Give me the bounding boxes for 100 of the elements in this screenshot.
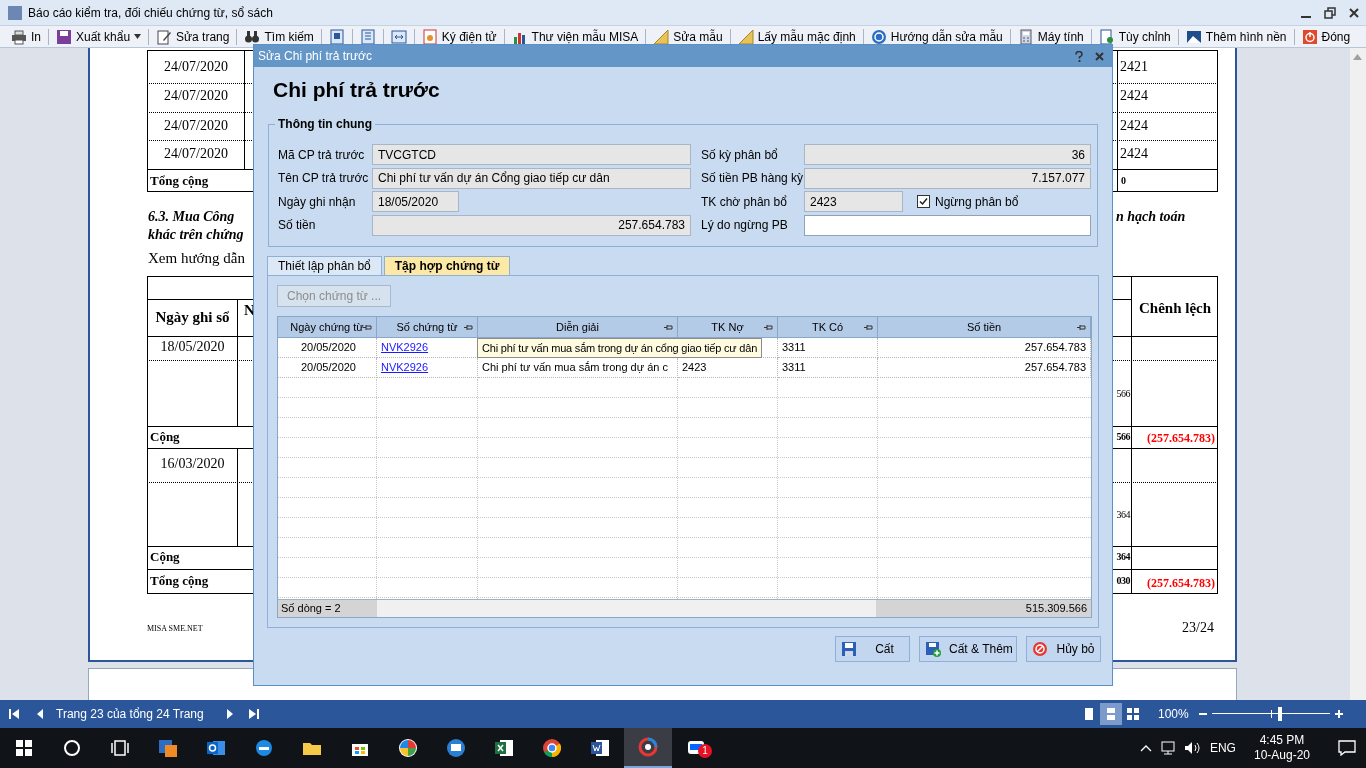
taskbar-button[interactable]: 1	[672, 728, 720, 768]
checkmark-icon	[919, 197, 928, 207]
input-field[interactable]: TVCGTCD	[372, 144, 691, 166]
caret-icon	[134, 34, 142, 39]
layout-icon	[1082, 707, 1096, 721]
network-icon[interactable]	[1159, 741, 1176, 755]
previous-page-icon[interactable]	[36, 708, 44, 720]
instruction-text: Xem hướng dẫn	[148, 249, 245, 267]
pin-icon[interactable]	[1077, 324, 1086, 331]
column-header: Chênh lệch	[1137, 299, 1213, 317]
floppy-icon	[841, 641, 857, 657]
scrollbar[interactable]	[1350, 48, 1366, 700]
zoom-slider[interactable]	[1212, 707, 1330, 721]
help-icon[interactable]	[1075, 50, 1083, 62]
toolbar-button[interactable]: Tìm kiếm	[241, 26, 317, 47]
pinwheel-icon	[398, 738, 418, 758]
toolbar-button[interactable]: Ký điện tử	[418, 26, 500, 47]
input-field[interactable]	[804, 214, 1091, 236]
pencil-page-icon	[156, 28, 173, 45]
column-header[interactable]: Ngày chứng từ	[278, 317, 377, 337]
clock-time[interactable]: 4:45 PM	[1259, 733, 1305, 748]
field-label: Lý do ngừng PB	[701, 217, 788, 235]
section-heading: khác trên chứng	[148, 226, 244, 244]
toolbar-button[interactable]: Máy tính	[1014, 26, 1087, 47]
table-cell-text: 257.654.783	[1024, 360, 1086, 376]
search-icon	[62, 738, 82, 758]
column-header[interactable]: Số tiền	[878, 317, 1091, 337]
table-cell: 2424	[1120, 87, 1148, 105]
toolbar-button[interactable]: In	[8, 26, 44, 47]
dialog-button[interactable]: Hủy bỏ	[1026, 636, 1101, 662]
layout-icon	[1104, 707, 1118, 721]
document-gear-icon	[1098, 28, 1115, 45]
toolbar-button[interactable]: Thêm hình nền	[1182, 26, 1290, 47]
table-cell: 2424	[1120, 117, 1148, 135]
windows-icon	[14, 738, 34, 758]
floppy-plus-icon	[925, 641, 941, 657]
column-header[interactable]: TK Nợ	[678, 317, 778, 337]
tab[interactable]: Tập hợp chứng từ	[383, 256, 511, 275]
input-field[interactable]: 36	[804, 144, 1091, 166]
page-icon	[359, 28, 376, 45]
language-indicator[interactable]: ENG	[1209, 739, 1236, 757]
column-header: N	[244, 301, 255, 319]
dialog-button[interactable]: Cất & Thêm	[919, 636, 1017, 662]
restore-icon[interactable]	[1324, 6, 1336, 19]
task-view-icon	[110, 738, 130, 758]
column-header[interactable]: Diễn giải	[478, 317, 678, 337]
voucher-link[interactable]: NVK2926	[381, 339, 429, 356]
input-field[interactable]: 257.654.783	[372, 214, 691, 236]
notification-icon[interactable]	[1338, 740, 1356, 756]
zoom-in-icon[interactable]	[1334, 709, 1344, 719]
chevron-up-icon[interactable]	[1139, 744, 1152, 752]
total-label: Cộng	[150, 548, 180, 566]
table-cell-text: 24/07/2020	[163, 58, 229, 76]
pin-icon[interactable]	[664, 324, 673, 331]
table-cell-text: 24/07/2020	[163, 87, 229, 105]
picture-icon	[1185, 28, 1202, 45]
close-icon[interactable]	[1348, 6, 1360, 19]
ring-icon	[638, 737, 658, 757]
pin-icon[interactable]	[363, 324, 372, 331]
toolbar-button[interactable]: Sửa trang	[153, 26, 233, 47]
dialog-button[interactable]: Cất	[835, 636, 910, 662]
first-page-icon[interactable]	[8, 708, 20, 720]
footer-text: MISA SME.NET	[147, 623, 203, 635]
binoculars-icon	[244, 28, 261, 45]
page-info: Trang 23 của tổng 24 Trang	[56, 706, 204, 723]
input-field[interactable]: 2423	[804, 191, 903, 213]
speaker-icon[interactable]	[1183, 741, 1200, 755]
next-page-icon[interactable]	[225, 708, 234, 720]
column-header[interactable]: TK Có	[778, 317, 878, 337]
browser-icon	[254, 738, 274, 758]
zoom-slider-thumb[interactable]	[1278, 707, 1283, 721]
toolbar-button[interactable]: Lấy mẫu mặc định	[734, 26, 859, 47]
pin-icon[interactable]	[864, 324, 873, 331]
pin-icon[interactable]	[764, 324, 773, 331]
toolbar-button[interactable]: Tùy chỉnh	[1095, 26, 1174, 47]
tab[interactable]: Thiết lập phân bổ	[267, 256, 382, 275]
total-label: Tổng cộng	[150, 572, 209, 590]
last-page-icon[interactable]	[247, 708, 260, 720]
column-header: Ngày ghi sổ	[154, 308, 231, 326]
dialog-heading: Chi phí trả trước	[273, 77, 440, 103]
clock-date[interactable]: 10-Aug-20	[1253, 748, 1310, 763]
toolbar-button[interactable]: Sửa mẫu	[650, 26, 726, 47]
toolbar-button[interactable]: Xuất khẩu	[53, 26, 145, 47]
field-label: Số tiền	[278, 217, 316, 235]
voucher-link[interactable]: NVK2926	[381, 359, 429, 376]
toolbar-button[interactable]: Đóng	[1298, 26, 1354, 47]
field-label: Số kỳ phân bổ	[701, 146, 778, 164]
table-cell-text: 24/07/2020	[163, 117, 229, 135]
table-cell-text: 20/05/2020	[300, 360, 356, 376]
input-field[interactable]: Chi phí tư vấn dự án Cổng giao tiếp cư dân	[372, 167, 691, 189]
toolbar-button[interactable]: Thư viện mẫu MISA	[508, 26, 642, 47]
window-title: Báo cáo kiểm tra, đối chiếu chứng từ, sổ sách	[28, 4, 273, 22]
input-field[interactable]: 18/05/2020	[372, 191, 459, 213]
field-label: TK chờ phân bổ	[701, 193, 787, 211]
column-header[interactable]: Số chứng từ	[377, 317, 478, 337]
table-cell-text: Chi phí tư vấn mua sắm trong dự án c	[482, 360, 668, 376]
pin-icon[interactable]	[464, 324, 473, 331]
stop-allocation-checkbox[interactable]: Ngừng phân bổ	[917, 192, 1019, 211]
table-cell: 2421	[1120, 58, 1148, 76]
input-field[interactable]: 7.157.077	[804, 167, 1091, 189]
